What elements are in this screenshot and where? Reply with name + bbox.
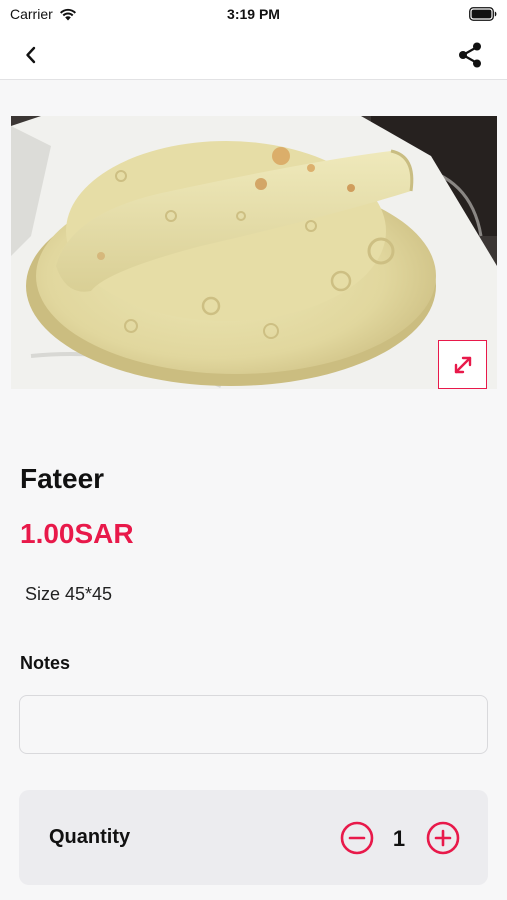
increase-quantity-button[interactable] — [426, 821, 460, 855]
status-time: 3:19 PM — [227, 6, 280, 22]
expand-image-button[interactable] — [438, 340, 487, 389]
product-image[interactable] — [11, 116, 497, 389]
minus-circle-icon — [340, 821, 374, 855]
product-price: 1.00SAR — [20, 518, 134, 549]
quantity-value: 1 — [392, 826, 406, 851]
product-photo — [11, 116, 497, 389]
product-size: Size 45*45 — [25, 584, 113, 604]
decrease-quantity-button[interactable] — [340, 821, 374, 855]
battery-icon — [469, 7, 497, 26]
notes-input[interactable] — [19, 695, 488, 754]
status-bar: Carrier 3:19 PM — [0, 0, 507, 30]
product-title: Fateer — [20, 463, 105, 494]
share-icon — [459, 42, 481, 68]
nav-bar — [0, 30, 507, 80]
quantity-card: Quantity 1 — [19, 790, 488, 885]
notes-label: Notes — [20, 653, 71, 673]
expand-icon — [454, 356, 471, 373]
share-button[interactable] — [453, 38, 487, 72]
back-button[interactable] — [16, 40, 46, 70]
plus-circle-icon — [426, 821, 460, 855]
quantity-label: Quantity — [49, 826, 131, 848]
chevron-left-icon — [26, 46, 36, 64]
